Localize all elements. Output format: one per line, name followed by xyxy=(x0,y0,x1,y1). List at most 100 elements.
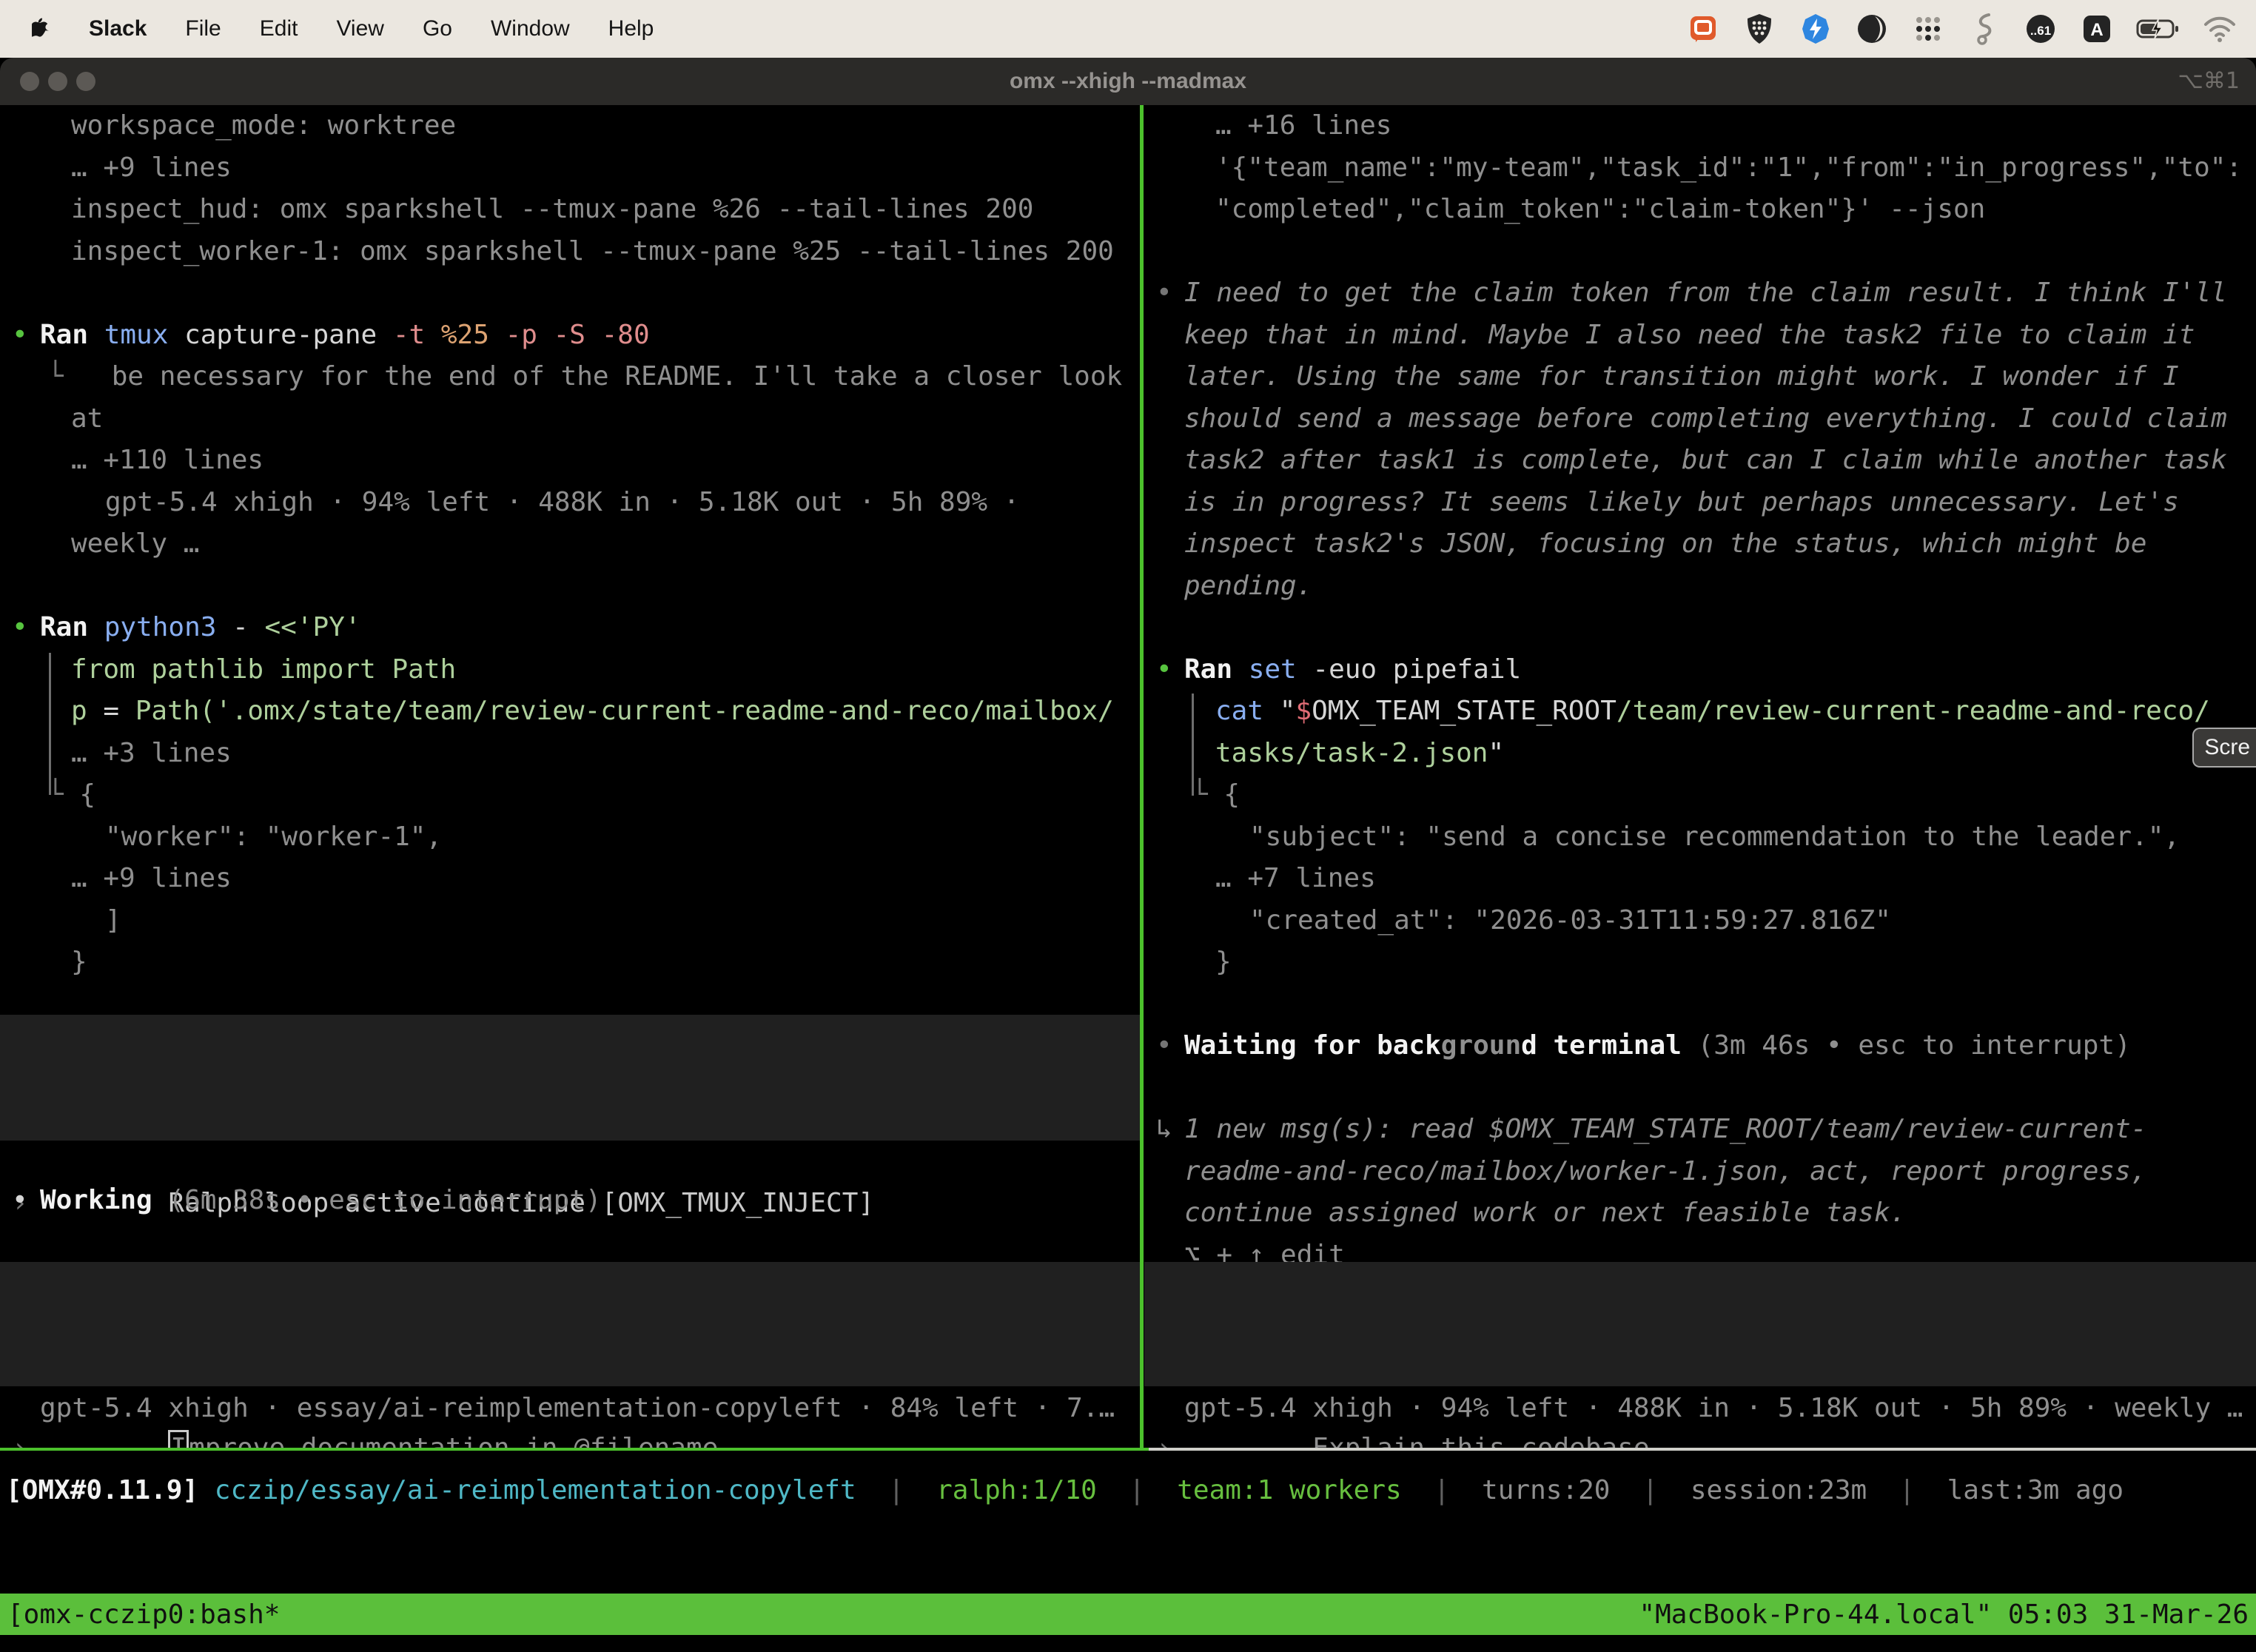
text-segment: inspect_worker-1: omx sparkshell --tmux-… xyxy=(71,236,1114,266)
text-segment: } xyxy=(71,947,87,977)
text-segment: tmux xyxy=(104,320,184,350)
output-connector-line xyxy=(49,653,51,795)
menu-item-go[interactable]: Go xyxy=(403,16,471,41)
terminal-line: … +9 lines xyxy=(0,147,1140,189)
screen-overlay-chip[interactable]: Scre xyxy=(2192,728,2256,768)
prompt-placeholder: Explain this codebase xyxy=(1312,1433,1649,1448)
text-segment: (6m 38s • esc to interrupt) xyxy=(152,1185,602,1215)
dots-grid-icon[interactable] xyxy=(1911,12,1945,46)
wifi-icon[interactable] xyxy=(2203,12,2237,46)
terminal-line: •Ran tmux capture-pane -t %25 -p -S -80 xyxy=(0,315,1140,357)
output-connector-line xyxy=(1192,694,1194,796)
text-segment: … +16 lines xyxy=(1215,110,1391,141)
terminal-line: keep that in mind. Maybe I also need the… xyxy=(1144,315,2256,357)
tmux-vertical-pane-border[interactable] xyxy=(1140,105,1144,1448)
tmux-status-bar: [omx-cczip0:bash* "MacBook-Pro-44.local"… xyxy=(0,1594,2256,1635)
shield-grid-icon[interactable] xyxy=(1742,12,1776,46)
menu-bar-status-icons: ..61 A xyxy=(1686,12,2237,46)
text-segment: /team/review-current-readme-and-reco/ xyxy=(1617,696,2210,726)
input-source-a-icon[interactable]: A xyxy=(2080,12,2114,46)
text-segment: "created_at": "2026-03-31T11:59:27.816Z" xyxy=(1249,905,1891,936)
terminal-area: workspace_mode: worktree… +9 linesinspec… xyxy=(0,105,2256,1448)
menu-item-window[interactable]: Window xyxy=(471,16,589,41)
chat-bubble-icon[interactable] xyxy=(1686,12,1720,46)
text-segment: " xyxy=(1280,696,1296,726)
terminal-line: "created_at": "2026-03-31T11:59:27.816Z" xyxy=(1144,900,2256,942)
apple-menu-icon[interactable] xyxy=(28,17,53,41)
menu-item-file[interactable]: File xyxy=(166,16,240,41)
text-segment: last:3m ago xyxy=(1947,1475,2124,1505)
terminal-line: … +16 lines xyxy=(1144,105,2256,147)
battery-charging-icon[interactable] xyxy=(2136,12,2181,46)
moon-circle-icon[interactable] xyxy=(1855,12,1889,46)
terminal-line: └ { xyxy=(0,774,1140,816)
text-segment: "worker": "worker-1", xyxy=(105,822,442,852)
terminal-line: tasks/task-2.json" xyxy=(1144,733,2256,775)
terminal-line: weekly … xyxy=(0,523,1140,565)
badge-61-icon[interactable]: ..61 xyxy=(2024,12,2058,46)
terminal-line: pending. xyxy=(1144,565,2256,608)
squiggle-icon[interactable] xyxy=(1967,12,2001,46)
line-bullet-icon: • xyxy=(1156,649,1172,691)
text-segment: } xyxy=(1215,947,1232,977)
terminal-line: readme-and-reco/mailbox/worker-1.json, a… xyxy=(1144,1151,2256,1193)
text-segment: └ xyxy=(47,361,64,392)
text-segment: … +7 lines xyxy=(1215,863,1376,893)
terminal-line: └ be necessary for the end of the README… xyxy=(0,356,1140,398)
text-segment: Path('.omx/state/team/review-current-rea… xyxy=(135,696,1114,726)
line-bullet-icon: • xyxy=(1156,1025,1172,1067)
menu-item-slack[interactable]: Slack xyxy=(74,16,166,41)
working-status-line: • Working (6m 38s • esc to interrupt) xyxy=(0,1180,1140,1222)
terminal-line: should send a message before completing … xyxy=(1144,398,2256,440)
ralph-loop-panel: ›Ralph loop active continue [OMX_TMUX_IN… xyxy=(0,1015,1140,1141)
text-segment: … +9 lines xyxy=(71,863,232,893)
text-segment: └ xyxy=(1192,779,1223,810)
menu-item-view[interactable]: View xyxy=(317,16,403,41)
text-segment: from pathlib import Path xyxy=(71,654,456,685)
agent-pane-right[interactable]: … +16 lines '{"team_name":"my-team","task… xyxy=(1144,105,2256,1448)
text-segment: | xyxy=(1867,1475,1947,1505)
text-segment: task2 after task1 is complete, but can I… xyxy=(1184,445,2227,475)
terminal-line: inspect task2's JSON, focusing on the st… xyxy=(1144,523,2256,565)
input-source-label: A xyxy=(2090,20,2103,40)
line-bullet-icon: • xyxy=(12,1180,28,1222)
terminal-line xyxy=(0,272,1140,315)
text-segment: inspect_hud: omx sparkshell --tmux-pane … xyxy=(71,194,1033,224)
hex-bolt-icon[interactable] xyxy=(1799,12,1833,46)
text-segment: … +9 lines xyxy=(71,152,232,183)
omx-status-pane: [OMX#0.11.9] cczip/essay/ai-reimplementa… xyxy=(0,1451,2256,1652)
text-segment: python3 xyxy=(104,612,232,642)
terminal-line: cat "$OMX_TEAM_STATE_ROOT/team/review-cu… xyxy=(1144,691,2256,733)
text-segment: Working xyxy=(40,1185,152,1215)
terminal-line: } xyxy=(1144,941,2256,984)
text-segment: └ xyxy=(47,779,79,810)
text-segment: is in progress? It seems likely but perh… xyxy=(1184,487,2179,517)
tmux-session-label: [omx-cczip0:bash* xyxy=(7,1599,280,1630)
text-segment: -t xyxy=(393,320,441,350)
text-segment: later. Using the same for transition mig… xyxy=(1184,361,2179,392)
ralph-loop-line: ›Ralph loop active continue [OMX_TMUX_IN… xyxy=(0,1015,1140,1141)
terminal-line: … +110 lines xyxy=(0,440,1140,482)
badge-61-label: ..61 xyxy=(2030,24,2051,38)
agent-pane-left[interactable]: workspace_mode: worktree… +9 linesinspec… xyxy=(0,105,1140,1448)
prompt-placeholder: mprove documentation in @filename xyxy=(189,1433,718,1448)
text-segment: should send a message before completing … xyxy=(1184,403,2227,434)
text-segment: keep that in mind. Maybe I also need the… xyxy=(1184,320,2195,350)
text-segment: ralph:1/10 xyxy=(936,1475,1097,1505)
terminal-line: '{"team_name":"my-team","task_id":"1","f… xyxy=(1144,147,2256,189)
left-pane-status-bar: gpt-5.4 xhigh · essay/ai-reimplementatio… xyxy=(0,1388,1140,1430)
text-segment: | xyxy=(1097,1475,1177,1505)
left-prompt-input[interactable]: ›Improve documentation in @filename xyxy=(0,1262,1140,1386)
menu-item-help[interactable]: Help xyxy=(589,16,674,41)
menu-item-edit[interactable]: Edit xyxy=(241,16,318,41)
text-segment: | xyxy=(1610,1475,1690,1505)
text-segment: { xyxy=(1223,779,1240,810)
text-segment: Waiting for back xyxy=(1184,1030,1441,1061)
terminal-line xyxy=(1144,1067,2256,1109)
text-segment: OMX_TEAM_STATE_ROOT xyxy=(1312,696,1617,726)
right-prompt-input[interactable]: ›Explain this codebase xyxy=(1144,1262,2256,1386)
line-bullet-icon: • xyxy=(1156,272,1172,315)
text-segment: Ran xyxy=(40,612,104,642)
text-segment: team:1 workers xyxy=(1177,1475,1401,1505)
text-segment: groun xyxy=(1441,1030,1521,1061)
